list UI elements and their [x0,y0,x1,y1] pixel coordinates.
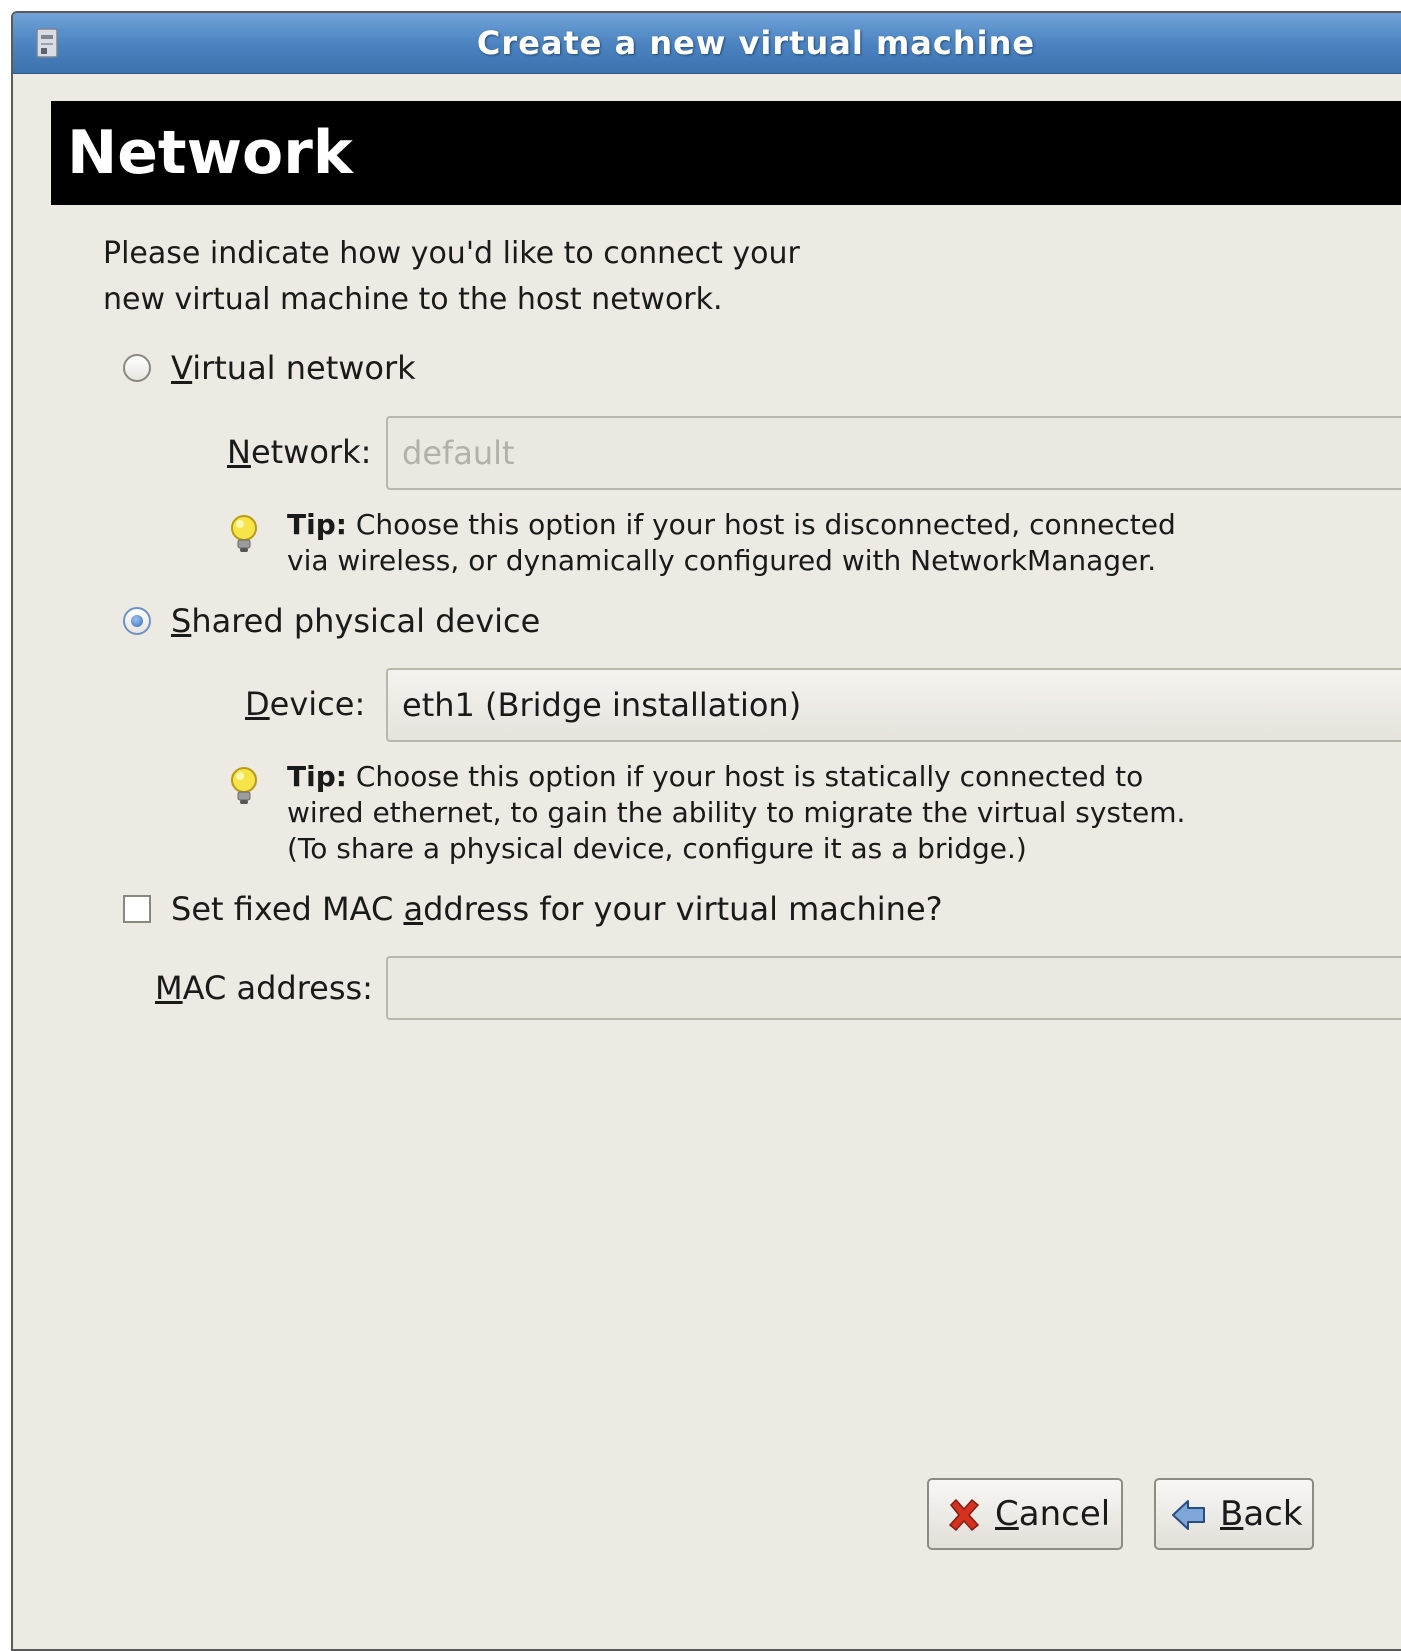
device-label-mnemonic: D [245,685,270,723]
virtual-network-label[interactable]: Virtual network [171,348,416,388]
back-arrow-icon [1172,1500,1205,1530]
shared-device-label-rest: hared physical device [191,602,541,640]
back-mnemonic: B [1220,1494,1244,1534]
title-bar[interactable]: Create a new virtual machine [13,13,1401,74]
mac-address-mnemonic: M [155,969,183,1007]
lightbulb-icon [231,515,257,552]
shared-device-tip-line-3: (To share a physical device, configure i… [287,832,1027,865]
shared-device-tip: Tip: Choose this option if your host is … [287,759,1247,867]
back-label: Back [1220,1480,1303,1548]
mac-address-input[interactable] [386,956,1401,1020]
cancel-mnemonic: C [995,1494,1019,1534]
intro-line-2: new virtual machine to the host network. [103,282,723,317]
tip-bold: Tip: [287,760,347,793]
network-label: Network: [227,432,371,472]
network-label-rest: etwork: [250,433,372,471]
lightbulb-icon [231,767,257,804]
virtual-network-mnemonic: V [171,349,193,387]
radio-selected-dot [131,615,143,627]
shared-device-mnemonic: S [171,602,192,640]
intro-line-1: Please indicate how you'd like to connec… [103,236,800,271]
shared-device-radio[interactable] [123,607,151,635]
cancel-label-rest: ancel [1018,1494,1111,1534]
wizard-window: Create a new virtual machine Network Ple… [11,11,1401,1651]
page-title: Network [67,118,353,188]
device-combo[interactable]: eth1 (Bridge installation) [386,668,1401,742]
network-combo[interactable]: default [386,416,1401,490]
cancel-button[interactable]: Cancel [927,1478,1123,1550]
device-label: Device: [245,684,365,724]
device-label-rest: evice: [269,685,366,723]
virtual-network-radio[interactable] [123,354,151,382]
intro-text: Please indicate how you'd like to connec… [103,231,923,323]
fixed-mac-label-a: Set fixed MAC [171,890,404,928]
network-label-mnemonic: N [227,433,251,471]
tip-bold: Tip: [287,508,347,541]
cancel-label: Cancel [995,1480,1110,1548]
mac-address-label-rest: AC address: [182,969,373,1007]
fixed-mac-label[interactable]: Set fixed MAC address for your virtual m… [171,889,943,929]
page-header: Network [51,101,1401,205]
fixed-mac-label-b: ddress for your virtual machine? [423,890,943,928]
virtual-network-tip-line-1: Tip: Choose this option if your host is … [287,507,1247,543]
window-title: Create a new virtual machine [476,24,1036,62]
cancel-x-icon [948,1498,980,1532]
shared-device-tip-text-1: Choose this option if your host is stati… [346,760,1144,793]
virtual-network-tip-line-2: via wireless, or dynamically configured … [287,544,1157,577]
shared-device-tip-line-2: wired ethernet, to gain the ability to m… [287,796,1186,829]
fixed-mac-checkbox[interactable] [123,895,151,923]
fixed-mac-mnemonic: a [403,890,424,928]
back-button[interactable]: Back [1154,1478,1314,1550]
shared-device-label[interactable]: Shared physical device [171,601,540,641]
virtual-network-tip-text-1: Choose this option if your host is disco… [346,508,1176,541]
virtual-network-tip: Tip: Choose this option if your host is … [287,507,1247,579]
shared-device-tip-line-1: Tip: Choose this option if your host is … [287,759,1247,795]
mac-address-label: MAC address: [155,968,373,1008]
back-label-rest: ack [1243,1494,1303,1534]
virtual-network-label-rest: irtual network [192,349,416,387]
